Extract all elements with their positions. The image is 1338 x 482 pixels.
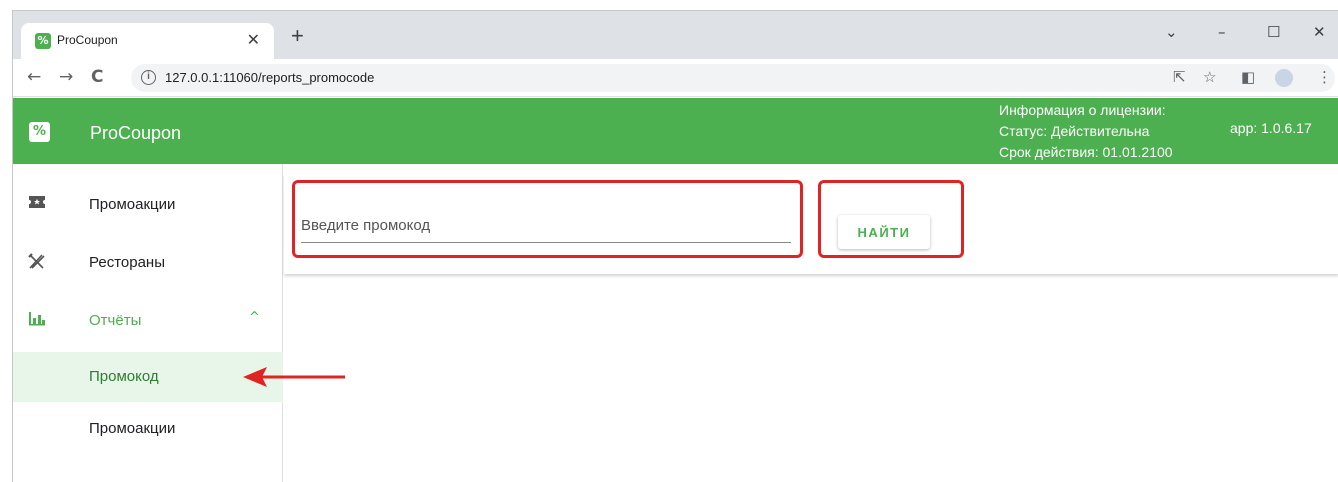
license-status: Статус: Действительна bbox=[999, 123, 1150, 139]
annotation-arrow-icon bbox=[243, 367, 345, 387]
procoupon-logo-icon: % bbox=[29, 122, 50, 142]
license-info: Информация о лицензии: Статус: Действите… bbox=[999, 100, 1173, 163]
more-menu-icon[interactable]: ⋮ bbox=[1317, 68, 1332, 86]
tab-strip: % ProCoupon ✕ + ⌄ – ☐ ✕ bbox=[13, 11, 1338, 59]
chevron-up-icon: ^ bbox=[249, 310, 260, 325]
url-text: 127.0.0.1:11060/reports_promocode bbox=[165, 70, 375, 85]
sidebar-item-reports[interactable]: Отчёты ^ bbox=[13, 296, 283, 346]
sidebar-item-label: Отчёты bbox=[89, 312, 142, 329]
sidebar-item-promotions-report[interactable]: Промоакции bbox=[13, 404, 283, 454]
address-bar[interactable]: i 127.0.0.1:11060/reports_promocode ⇱ ☆ bbox=[131, 64, 1335, 92]
sidebar-item-label: Промокод bbox=[89, 368, 159, 385]
sidebar-item-promotions[interactable]: Промоакции bbox=[13, 180, 283, 230]
reload-icon[interactable]: C bbox=[91, 67, 103, 87]
bar-chart-icon bbox=[27, 310, 47, 330]
app-header: % ProCoupon Информация о лицензии: Стату… bbox=[13, 98, 1338, 164]
sidebar-item-restaurants[interactable]: Рестораны bbox=[13, 238, 283, 288]
app-name: ProCoupon bbox=[90, 123, 182, 143]
minimize-button[interactable]: – bbox=[1218, 23, 1226, 41]
annotation-button-highlight bbox=[818, 180, 964, 258]
sidebar-item-label: Промоакции bbox=[89, 420, 176, 437]
maximize-button[interactable]: ☐ bbox=[1267, 23, 1280, 41]
annotation-input-highlight bbox=[292, 180, 803, 258]
browser-window: % ProCoupon ✕ + ⌄ – ☐ ✕ ← → C i 127.0.0.… bbox=[12, 10, 1338, 482]
tab-title: ProCoupon bbox=[57, 33, 118, 47]
tab-close-icon[interactable]: ✕ bbox=[247, 30, 260, 50]
forward-arrow-icon[interactable]: → bbox=[59, 67, 73, 87]
license-expiry: Срок действия: 01.01.2100 bbox=[999, 144, 1173, 160]
browser-toolbar: ← → C i 127.0.0.1:11060/reports_promocod… bbox=[13, 59, 1338, 97]
app-version: app: 1.0.6.17 bbox=[1230, 120, 1312, 136]
back-arrow-icon[interactable]: ← bbox=[27, 67, 41, 87]
profile-avatar-icon[interactable] bbox=[1275, 69, 1293, 87]
license-title: Информация о лицензии: bbox=[999, 102, 1166, 118]
procoupon-favicon-icon: % bbox=[35, 33, 51, 49]
bookmark-star-icon[interactable]: ☆ bbox=[1203, 68, 1216, 86]
site-info-icon[interactable]: i bbox=[141, 70, 156, 85]
sidebar-item-label: Промоакции bbox=[89, 196, 176, 213]
cutlery-icon bbox=[27, 252, 47, 272]
new-tab-button[interactable]: + bbox=[291, 25, 304, 47]
browser-tab[interactable]: % ProCoupon ✕ bbox=[21, 23, 274, 59]
share-icon[interactable]: ⇱ bbox=[1173, 68, 1186, 86]
side-panel-icon[interactable]: ◧ bbox=[1241, 68, 1255, 86]
tab-search-icon[interactable]: ⌄ bbox=[1165, 23, 1178, 41]
sidebar: Промоакции Рестораны Отчёты ^ Промокод П… bbox=[13, 164, 283, 482]
sidebar-item-label: Рестораны bbox=[89, 254, 165, 271]
window-close-button[interactable]: ✕ bbox=[1313, 23, 1326, 41]
ticket-icon bbox=[27, 194, 47, 214]
